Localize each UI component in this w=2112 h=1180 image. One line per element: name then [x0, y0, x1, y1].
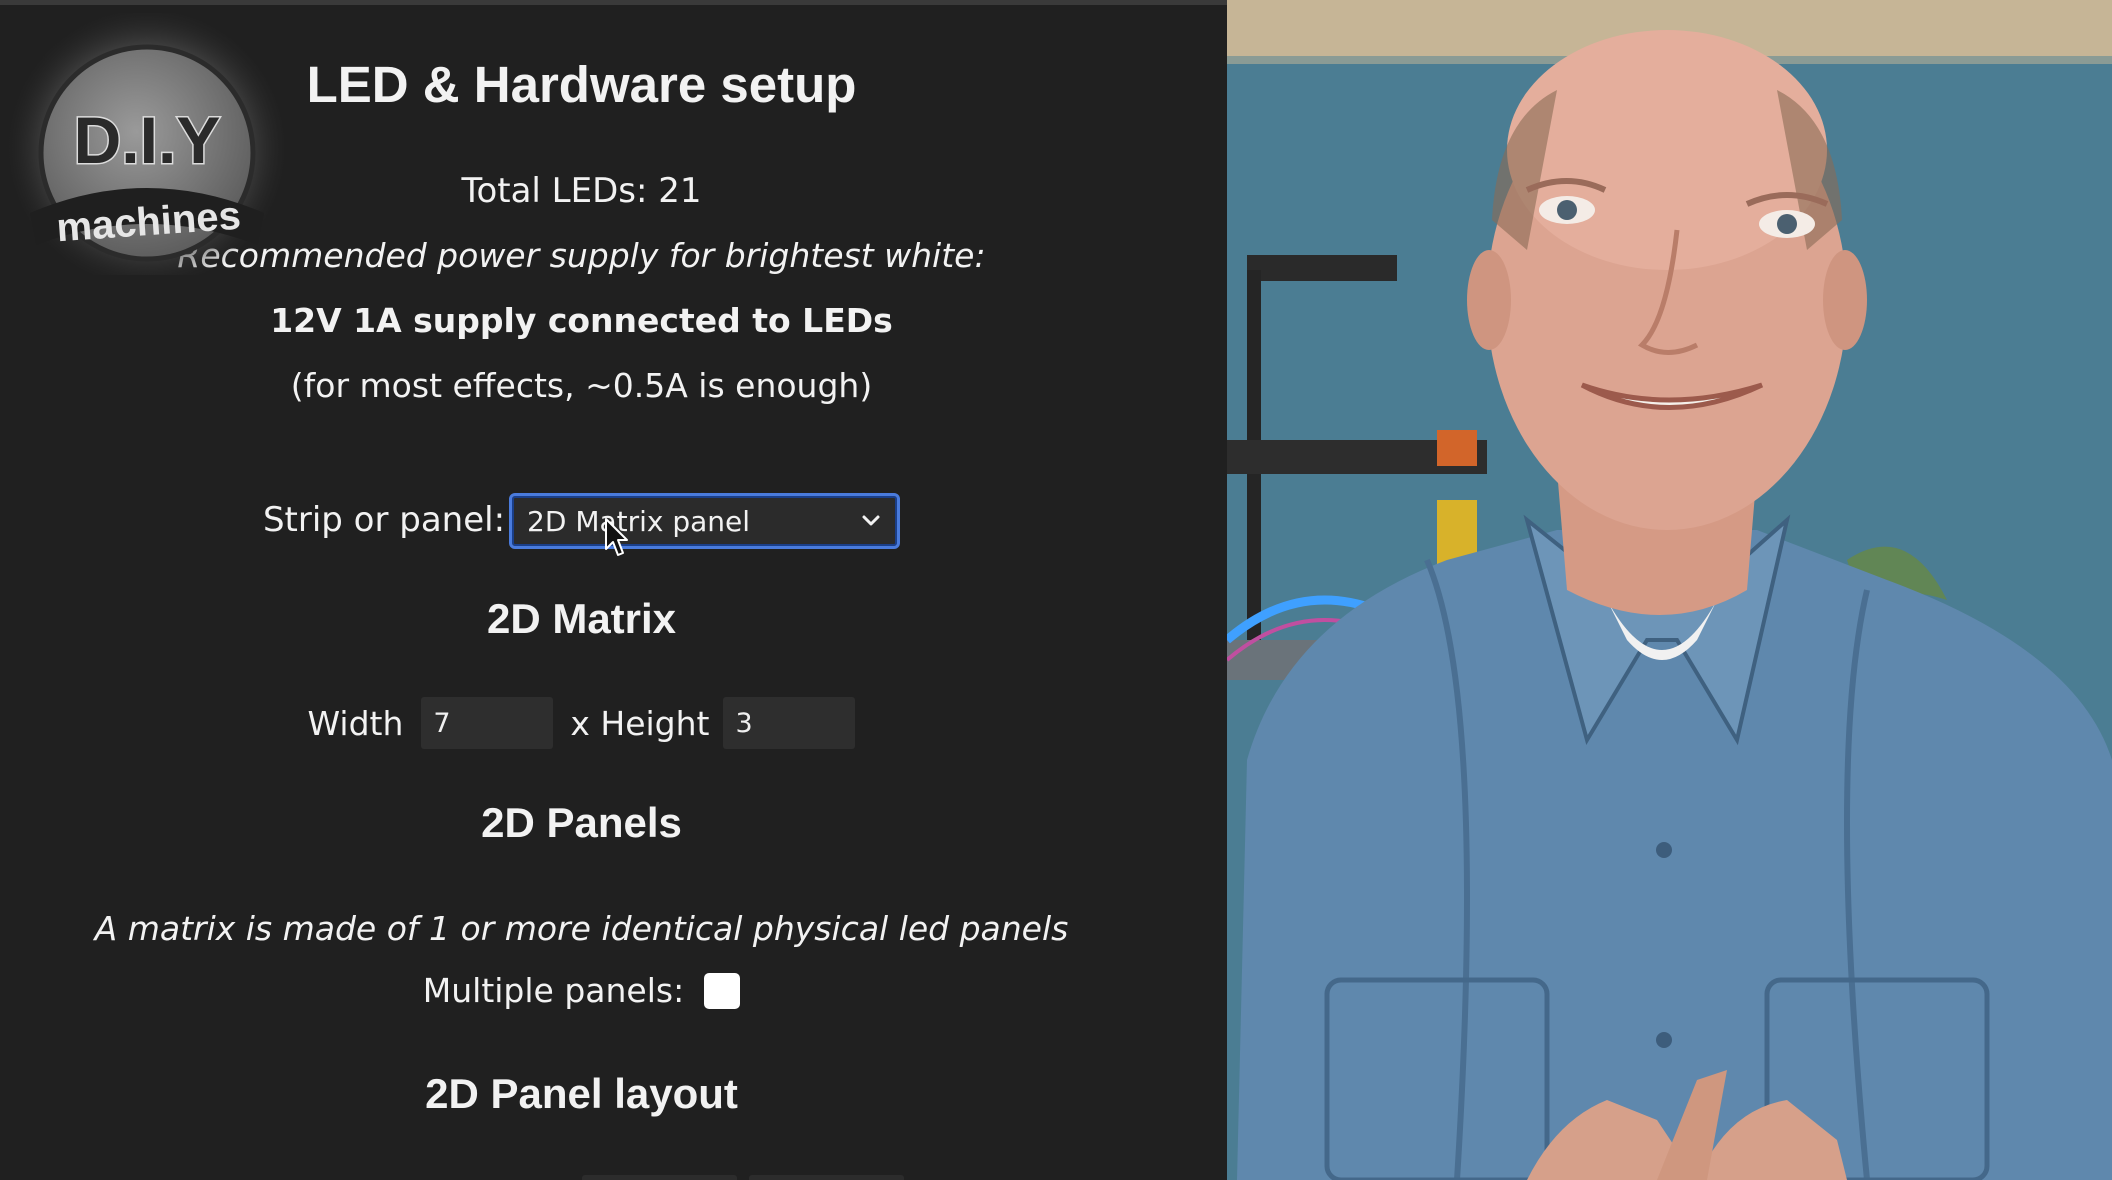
strip-or-panel-row: Strip or panel: 2D Matrix panel: [0, 491, 1163, 549]
presenter-video: [1227, 0, 2112, 1180]
multiple-panels-row: Multiple panels:: [0, 971, 1163, 1010]
screen: LED & Hardware setup Total LEDs: 21 Reco…: [0, 0, 2112, 1180]
chevron-down-icon: [862, 515, 880, 526]
multiple-panels-label: Multiple panels:: [422, 971, 685, 1010]
width-label: Width: [307, 703, 404, 743]
height-input[interactable]: 3: [723, 697, 856, 749]
multiple-panels-checkbox[interactable]: [704, 972, 741, 1009]
panel-layout-input[interactable]: [749, 1175, 904, 1180]
logo-top-text: D.I.Y: [74, 103, 221, 177]
panel-layout-heading: 2D Panel layout: [425, 1070, 738, 1117]
power-supply-note: (for most effects, ~0.5A is enough): [290, 366, 873, 405]
panels-heading: 2D Panels: [481, 799, 682, 846]
panel-layout-input[interactable]: [582, 1175, 737, 1180]
power-supply-value: 12V 1A supply connected to LEDs: [270, 301, 893, 340]
diy-machines-logo: D.I.Y machines: [7, 13, 287, 275]
mouse-pointer-icon: [605, 518, 628, 556]
width-input[interactable]: 7: [421, 697, 554, 749]
panel-layout-inputs: [582, 1175, 904, 1180]
strip-or-panel-select[interactable]: 2D Matrix panel: [509, 493, 901, 549]
strip-or-panel-selected-value: 2D Matrix panel: [527, 504, 751, 538]
strip-or-panel-label: Strip or panel:: [262, 500, 506, 540]
matrix-heading: 2D Matrix: [486, 595, 677, 642]
matrix-dimensions-row: Width 7 x Height 3: [0, 697, 1163, 749]
height-label: x Height: [570, 703, 710, 743]
panels-description: A matrix is made of 1 or more identical …: [94, 909, 1069, 948]
led-hardware-setup-panel: LED & Hardware setup Total LEDs: 21 Reco…: [0, 0, 1227, 1180]
